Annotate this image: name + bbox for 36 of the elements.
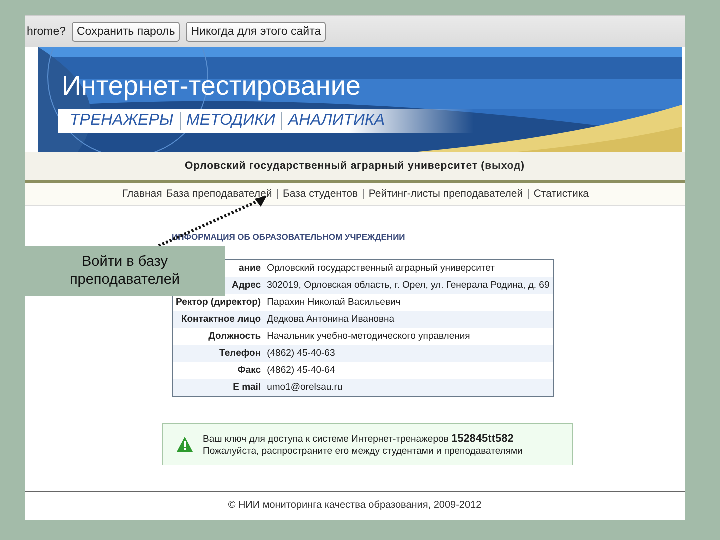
- nav-link[interactable]: База студентов: [282, 188, 358, 200]
- copyright-text: © НИИ мониторинга качества образования, 2009-2012: [228, 500, 482, 510]
- logout-link[interactable]: выход: [485, 160, 522, 172]
- field-value: umo1@orelsau.ru: [264, 379, 554, 396]
- infobar-text: hrome?: [27, 26, 66, 38]
- infobar-button[interactable]: Сохранить пароль: [72, 22, 180, 42]
- field-label: Контактное лицо: [172, 311, 264, 328]
- site-title: Интернет-тестирование: [62, 71, 361, 102]
- notice-text: Пожалуйста, распространите его между студентами и преподавателями: [203, 446, 523, 456]
- notice-text: Ваш ключ для доступа к системе Интернет-тренажеров 152845tt582: [203, 432, 515, 444]
- infobar-button[interactable]: Никогда для этого сайта: [186, 22, 326, 42]
- field-label: Телефон: [172, 345, 264, 362]
- nav-separator: |: [527, 188, 530, 200]
- field-label: Факс: [172, 362, 264, 379]
- nav-separator: |: [362, 188, 365, 200]
- field-value: 302019, Орловская область, г. Орел, ул. Генерала Родина, д. 69: [264, 277, 554, 294]
- bracket-text: ): [521, 160, 525, 172]
- university-name: Орловский государственный аграрный университет (: [185, 160, 486, 172]
- banner-tab[interactable]: МЕТОДИКИ: [180, 112, 282, 130]
- nav-separator: |: [276, 188, 279, 200]
- field-value: Парахин Николай Васильевич: [264, 294, 554, 311]
- field-value: Начальник учебно-методического управления: [264, 328, 554, 345]
- nav-link[interactable]: Статистика: [534, 188, 589, 200]
- field-label: E mail: [172, 379, 264, 396]
- field-value: (4862) 45-40-63: [264, 345, 554, 362]
- field-label: Должность: [172, 328, 264, 345]
- nav-link[interactable]: Рейтинг-листы преподавателей: [368, 188, 524, 200]
- field-value: Орловский государственный аграрный университет: [264, 260, 554, 277]
- warning-icon: [177, 437, 193, 452]
- nav-link[interactable]: База преподавателей: [166, 188, 272, 200]
- nav-link[interactable]: Главная: [122, 188, 162, 200]
- banner-tab[interactable]: АНАЛИТИКА: [282, 112, 392, 130]
- field-value: (4862) 45-40-64: [264, 362, 554, 379]
- field-label: Ректор (директор): [172, 294, 264, 311]
- banner-tab[interactable]: ТРЕНАЖЕРЫ: [64, 112, 181, 130]
- field-value: Дедкова Антонина Ивановна: [264, 311, 554, 328]
